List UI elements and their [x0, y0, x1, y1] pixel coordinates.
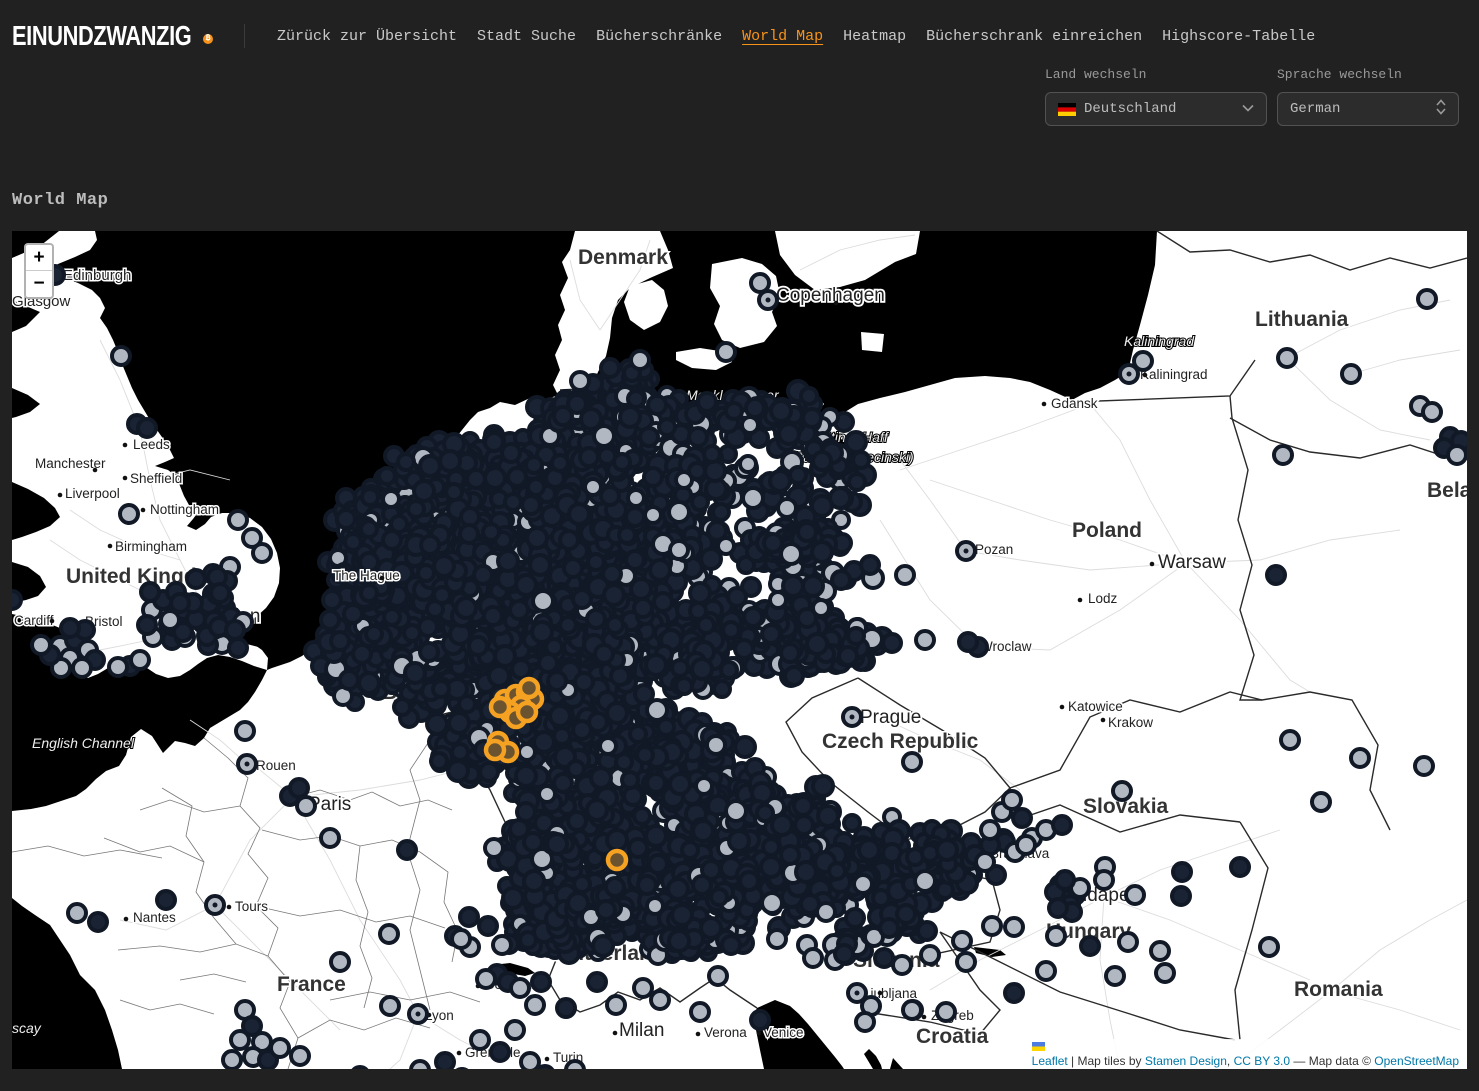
- svg-text:Rouen: Rouen: [256, 758, 296, 773]
- svg-text:Belarus: Belarus: [1427, 479, 1467, 502]
- svg-text:Poland: Poland: [1072, 519, 1142, 542]
- svg-text:English Channel: English Channel: [32, 735, 135, 751]
- svg-text:Krakow: Krakow: [1108, 715, 1153, 730]
- svg-text:Cardiff: Cardiff: [14, 613, 54, 628]
- svg-text:France: France: [277, 973, 346, 996]
- svg-text:Leeds: Leeds: [133, 437, 170, 452]
- svg-text:scay: scay: [12, 1020, 42, 1036]
- svg-text:Venice: Venice: [763, 1025, 804, 1040]
- svg-text:Verona: Verona: [704, 1025, 747, 1040]
- svg-text:Milan: Milan: [619, 1020, 664, 1041]
- svg-text:Edinburgh: Edinburgh: [63, 267, 131, 284]
- svg-text:Copenhagen: Copenhagen: [776, 285, 885, 306]
- svg-text:Czech Republic: Czech Republic: [822, 730, 979, 753]
- svg-text:Lodz: Lodz: [1088, 591, 1118, 606]
- svg-text:Nottingham: Nottingham: [150, 502, 219, 517]
- svg-text:Romania: Romania: [1294, 978, 1383, 1001]
- svg-text:Prague: Prague: [860, 707, 921, 728]
- svg-text:Pozan: Pozan: [975, 542, 1013, 557]
- svg-text:Denmark: Denmark: [578, 246, 668, 269]
- svg-text:Warsaw: Warsaw: [1158, 552, 1226, 573]
- svg-text:Lithuania: Lithuania: [1255, 308, 1349, 331]
- svg-text:Nantes: Nantes: [133, 910, 176, 925]
- svg-text:Gdansk: Gdansk: [1051, 396, 1098, 411]
- svg-text:Liverpool: Liverpool: [65, 486, 120, 501]
- svg-text:Katowice: Katowice: [1068, 699, 1123, 714]
- svg-text:Tours: Tours: [235, 899, 268, 914]
- svg-text:Birmingham: Birmingham: [115, 539, 187, 554]
- svg-text:Sheffield: Sheffield: [130, 471, 182, 486]
- svg-text:Croatia: Croatia: [916, 1025, 989, 1048]
- svg-text:Kaliningrad: Kaliningrad: [1124, 333, 1195, 349]
